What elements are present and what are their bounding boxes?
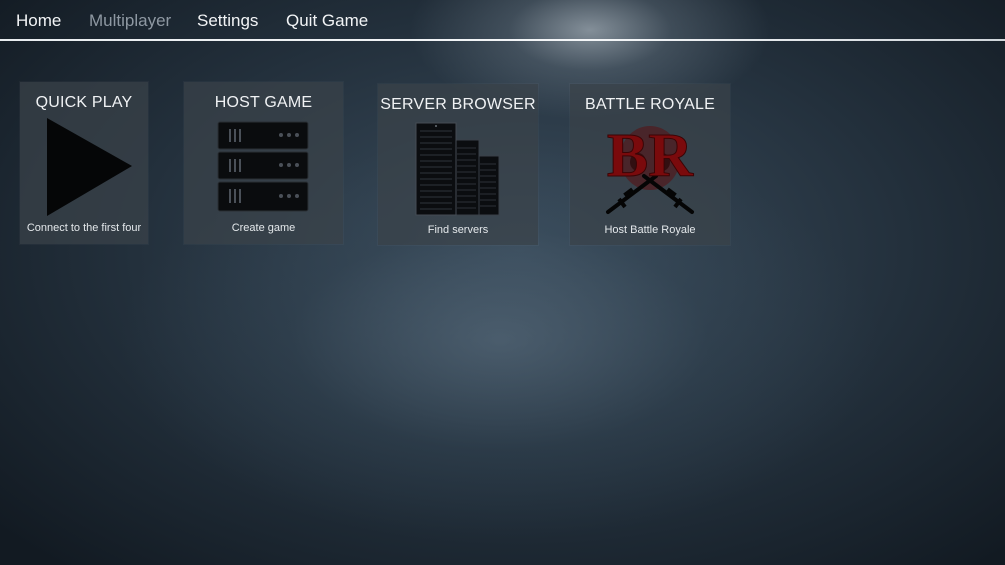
tile-title: BATTLE ROYALE xyxy=(584,96,716,113)
nav-quit-game[interactable]: Quit Game xyxy=(286,11,368,31)
server-rack-icon xyxy=(217,121,309,212)
tile-title: HOST GAME xyxy=(214,94,313,111)
nav-settings[interactable]: Settings xyxy=(197,11,258,31)
nav-multiplayer[interactable]: Multiplayer xyxy=(89,11,171,31)
play-icon xyxy=(47,118,132,216)
nav-divider xyxy=(0,39,1005,41)
main-nav: Home Multiplayer Settings Quit Game xyxy=(0,0,1005,42)
server-towers-icon xyxy=(415,122,500,216)
tile-host-game[interactable]: HOST GAME Create game xyxy=(184,82,343,244)
tile-title: QUICK PLAY xyxy=(35,94,133,111)
tile-title: SERVER BROWSER xyxy=(380,96,536,113)
tile-description: Create game xyxy=(231,222,296,234)
tile-description: Find servers xyxy=(427,224,489,236)
tile-battle-royale[interactable]: BATTLE ROYALE BR Host Battle Royale xyxy=(570,84,730,245)
svg-text:BR: BR xyxy=(607,122,694,190)
tile-quick-play[interactable]: QUICK PLAY Connect to the first four xyxy=(20,82,148,244)
battle-royale-logo-icon: BR xyxy=(606,122,695,214)
tile-description: Connect to the first four xyxy=(26,222,142,234)
tile-description: Host Battle Royale xyxy=(604,224,696,236)
nav-home[interactable]: Home xyxy=(16,11,61,31)
tile-server-browser[interactable]: SERVER BROWSER Find servers xyxy=(378,84,538,245)
